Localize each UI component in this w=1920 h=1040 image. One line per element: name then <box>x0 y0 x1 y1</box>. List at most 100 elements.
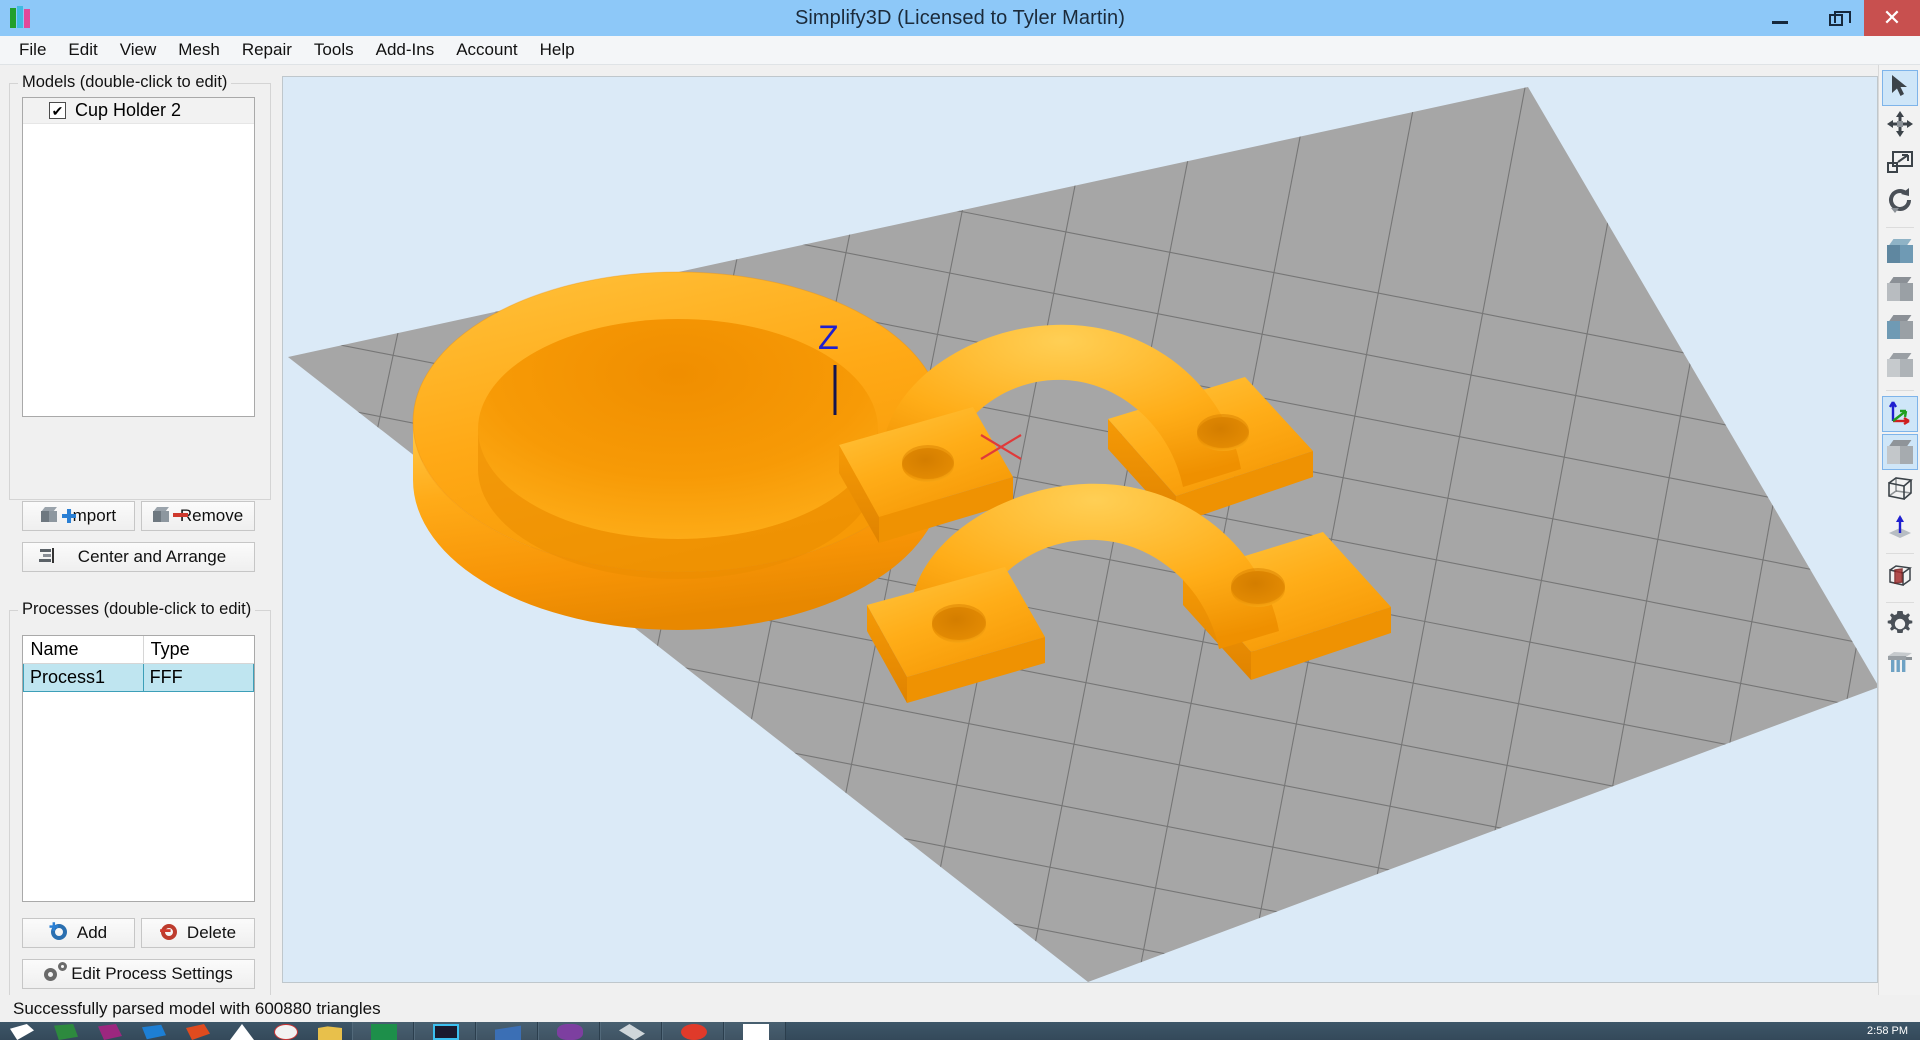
delete-process-label: Delete <box>186 923 237 942</box>
cross-section-toggle[interactable] <box>1882 559 1918 595</box>
model-checkbox[interactable]: ✔ <box>49 102 66 119</box>
taskbar-icon-2[interactable] <box>44 1022 88 1040</box>
cube-mixed-icon <box>1886 314 1913 340</box>
column-header-type: Type <box>143 636 254 664</box>
translate-tool[interactable] <box>1882 108 1918 144</box>
menu-item-edit[interactable]: Edit <box>57 37 108 63</box>
cube-solid-icon <box>1886 439 1913 465</box>
models-list[interactable]: ✔ Cup Holder 2 <box>22 97 255 417</box>
taskbar-icon-7[interactable] <box>264 1022 308 1040</box>
view-plain-tool[interactable] <box>1882 347 1918 383</box>
process-name: Process1 <box>23 663 144 692</box>
view-shaded-tool[interactable] <box>1882 271 1918 307</box>
center-and-arrange-label: Center and Arrange <box>77 547 227 566</box>
normals-toggle[interactable] <box>1882 510 1918 546</box>
toolbar-separator <box>1885 227 1914 228</box>
simplify3d-logo-icon <box>6 4 40 32</box>
window-title: Simplify3D (Licensed to Tyler Martin) <box>794 6 1126 29</box>
models-group-label: Models (double-click to edit) <box>18 73 232 92</box>
arrange-icon <box>38 548 71 566</box>
cross-section-icon <box>1887 562 1913 593</box>
cursor-arrow-icon <box>1890 74 1910 103</box>
edit-process-settings-label: Edit Process Settings <box>71 964 233 983</box>
processes-group-label: Processes (double-click to edit) <box>18 600 256 619</box>
status-bar: Successfully parsed model with 600880 tr… <box>0 995 1920 1022</box>
window-controls: ✕ <box>1752 0 1920 36</box>
axes-toggle[interactable] <box>1881 396 1918 432</box>
menu-item-help[interactable]: Help <box>529 37 586 63</box>
cube-minus-icon <box>152 507 188 525</box>
edit-process-settings-button[interactable]: Edit Process Settings <box>22 959 255 989</box>
menu-item-file[interactable]: File <box>8 37 57 63</box>
minimize-button[interactable] <box>1752 0 1808 36</box>
status-message: Successfully parsed model with 600880 tr… <box>13 999 381 1018</box>
taskbar-icon-1[interactable] <box>0 1022 44 1040</box>
menu-item-view[interactable]: View <box>109 37 168 63</box>
supports-icon <box>1887 650 1913 679</box>
menu-bar: File Edit View Mesh Repair Tools Add-Ins… <box>0 36 1920 65</box>
taskbar-icon-4[interactable] <box>132 1022 176 1040</box>
taskbar-button-excel[interactable] <box>352 1022 414 1040</box>
cube-plain-icon <box>1886 352 1913 378</box>
model-name: Cup Holder 2 <box>75 100 182 120</box>
taskbar-icon-8[interactable] <box>308 1022 352 1040</box>
list-item[interactable]: ✔ Cup Holder 2 <box>23 98 254 124</box>
menu-item-mesh[interactable]: Mesh <box>167 37 231 63</box>
menu-item-tools[interactable]: Tools <box>303 37 365 63</box>
gear-plus-icon <box>50 923 70 942</box>
menu-item-repair[interactable]: Repair <box>231 37 303 63</box>
add-process-button[interactable]: Add <box>22 918 135 948</box>
taskbar-icon-5[interactable] <box>176 1022 220 1040</box>
menu-item-addins[interactable]: Add-Ins <box>365 37 446 63</box>
view-mixed-tool[interactable] <box>1882 309 1918 345</box>
delete-process-button[interactable]: Delete <box>141 918 255 948</box>
left-panel: Models (double-click to edit) ✔ Cup Hold… <box>0 65 282 1030</box>
taskbar-button-app6[interactable] <box>662 1022 724 1040</box>
taskbar-button-explorer[interactable] <box>476 1022 538 1040</box>
move-arrows-icon <box>1886 110 1913 142</box>
wireframe-toggle[interactable] <box>1882 472 1918 508</box>
supports-tool[interactable] <box>1882 646 1918 682</box>
taskbar-button-media[interactable] <box>538 1022 600 1040</box>
toolbar-separator-4 <box>1885 602 1914 603</box>
import-button[interactable]: Import <box>22 501 135 531</box>
toolbar-separator-2 <box>1885 390 1914 391</box>
axes-icon <box>1887 399 1913 430</box>
table-row[interactable]: Process1 FFF <box>23 663 254 692</box>
close-button[interactable]: ✕ <box>1864 0 1920 36</box>
minimize-icon <box>1772 20 1788 24</box>
view-solid-tool[interactable] <box>1882 233 1918 269</box>
remove-button[interactable]: Remove <box>141 501 255 531</box>
cube-blue-icon <box>1886 238 1913 264</box>
remove-label: Remove <box>179 506 244 525</box>
select-tool[interactable] <box>1881 70 1918 106</box>
rotate-tool[interactable] <box>1882 184 1918 220</box>
taskbar-icon-3[interactable] <box>88 1022 132 1040</box>
taskbar-button-app5[interactable] <box>600 1022 662 1040</box>
3d-viewport[interactable]: Z Z X <box>282 76 1878 983</box>
view-toolbar <box>1878 65 1920 995</box>
build-plate-scene: Z <box>283 77 1877 982</box>
title-bar[interactable]: Simplify3D (Licensed to Tyler Martin) ✕ <box>0 0 1920 36</box>
taskbar[interactable]: 2:58 PM <box>0 1022 1920 1040</box>
scale-tool[interactable] <box>1882 146 1918 182</box>
cube-plus-icon <box>40 507 76 525</box>
taskbar-button-simplify3d[interactable] <box>414 1022 476 1040</box>
process-type: FFF <box>142 663 254 692</box>
cube-gray-top-icon <box>1886 276 1913 302</box>
center-and-arrange-button[interactable]: Center and Arrange <box>22 542 255 572</box>
gears-icon <box>44 962 68 983</box>
menu-item-account[interactable]: Account <box>445 37 528 63</box>
solid-view-toggle[interactable] <box>1881 434 1918 470</box>
gear-icon <box>1887 610 1913 642</box>
gear-minus-icon <box>160 924 180 942</box>
rotate-icon <box>1887 187 1913 218</box>
restore-button[interactable] <box>1808 0 1864 36</box>
settings-tool[interactable] <box>1882 608 1918 644</box>
taskbar-button-app7[interactable] <box>724 1022 786 1040</box>
taskbar-icon-6[interactable] <box>220 1022 264 1040</box>
toolbar-separator-3 <box>1885 553 1914 554</box>
axis-z-label: Z <box>818 319 839 357</box>
processes-table[interactable]: Name Type Process1 FFF <box>22 635 255 902</box>
column-header-name: Name <box>23 636 144 664</box>
